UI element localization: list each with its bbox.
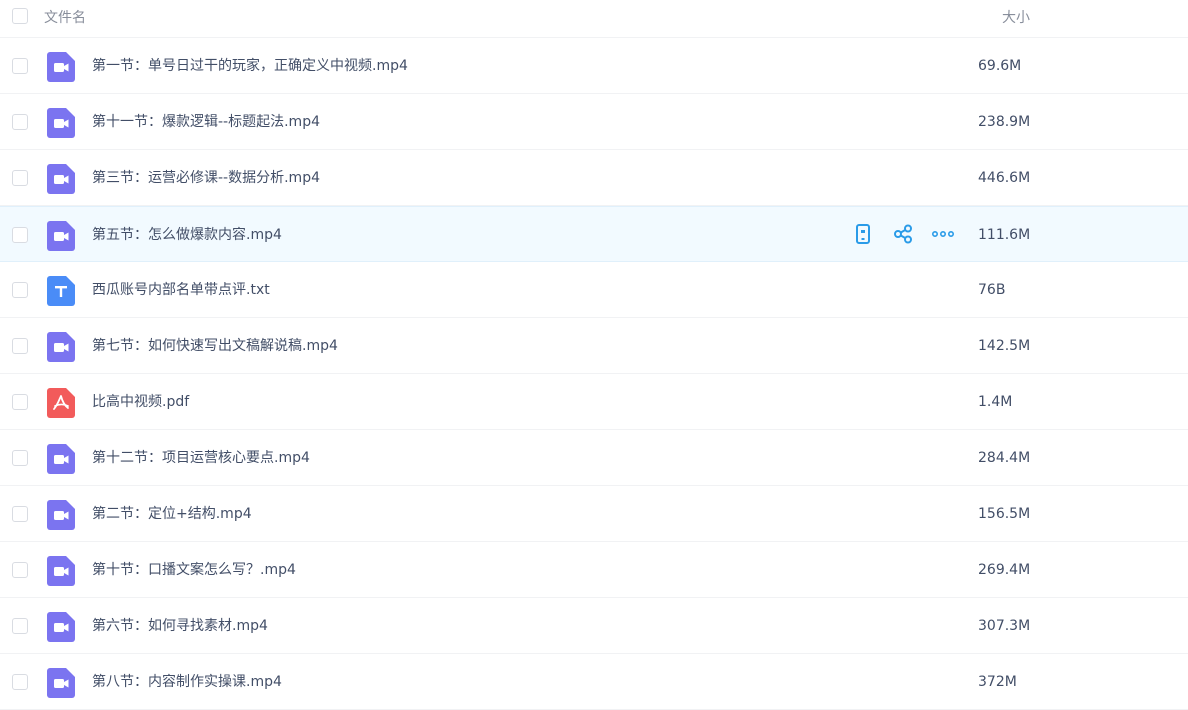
file-size: 142.5M xyxy=(978,338,1031,354)
file-row-checkbox[interactable] xyxy=(12,674,28,690)
file-size: 238.9M xyxy=(978,114,1031,130)
file-size: 156.5M xyxy=(978,506,1031,522)
file-size: 111.6M xyxy=(978,227,1031,243)
file-list: 第一节：单号日过干的玩家，正确定义中视频.mp4 69.6M 第十一节：爆款逻辑--… xyxy=(0,38,1188,710)
file-size: 446.6M xyxy=(978,170,1031,186)
file-name[interactable]: 比高中视频.pdf xyxy=(92,392,189,412)
file-row[interactable]: 西瓜账号内部名单带点评.txt 76B xyxy=(0,262,1188,318)
file-row-checkbox[interactable] xyxy=(12,506,28,522)
row-actions xyxy=(852,223,954,245)
file-name[interactable]: 第一节：单号日过干的玩家，正确定义中视频.mp4 xyxy=(92,56,408,76)
file-size: 1.4M xyxy=(978,394,1013,410)
file-row[interactable]: 第五节：怎么做爆款内容.mp4 111.6M xyxy=(0,206,1188,262)
file-row-checkbox[interactable] xyxy=(12,114,28,130)
file-size: 372M xyxy=(978,674,1017,690)
file-row-checkbox[interactable] xyxy=(12,338,28,354)
file-row-checkbox[interactable] xyxy=(12,170,28,186)
file-name[interactable]: 西瓜账号内部名单带点评.txt xyxy=(92,280,270,300)
file-row[interactable]: 第十节：口播文案怎么写？.mp4 269.4M xyxy=(0,542,1188,598)
file-size: 269.4M xyxy=(978,562,1031,578)
file-name[interactable]: 第十一节：爆款逻辑--标题起法.mp4 xyxy=(92,112,320,132)
file-row-checkbox[interactable] xyxy=(12,282,28,298)
video-file-icon xyxy=(47,108,75,138)
file-row-checkbox[interactable] xyxy=(12,450,28,466)
video-file-icon xyxy=(47,221,75,251)
file-name[interactable]: 第六节：如何寻找素材.mp4 xyxy=(92,616,268,636)
file-name[interactable]: 第八节：内容制作实操课.mp4 xyxy=(92,672,282,692)
column-header-size[interactable]: 大小 xyxy=(1002,7,1030,27)
file-name[interactable]: 第十节：口播文案怎么写？.mp4 xyxy=(92,560,296,580)
video-file-icon xyxy=(47,612,75,642)
file-row[interactable]: 第三节：运营必修课--数据分析.mp4 446.6M xyxy=(0,150,1188,206)
file-row[interactable]: 第十二节：项目运营核心要点.mp4 284.4M xyxy=(0,430,1188,486)
file-row[interactable]: 第一节：单号日过干的玩家，正确定义中视频.mp4 69.6M xyxy=(0,38,1188,94)
file-row-checkbox[interactable] xyxy=(12,618,28,634)
select-all-checkbox[interactable] xyxy=(12,8,28,24)
video-file-icon xyxy=(47,332,75,362)
file-row[interactable]: 比高中视频.pdf 1.4M xyxy=(0,374,1188,430)
file-row[interactable]: 第八节：内容制作实操课.mp4 372M xyxy=(0,654,1188,710)
file-name[interactable]: 第七节：如何快速写出文稿解说稿.mp4 xyxy=(92,336,338,356)
file-name[interactable]: 第三节：运营必修课--数据分析.mp4 xyxy=(92,168,320,188)
file-row[interactable]: 第六节：如何寻找素材.mp4 307.3M xyxy=(0,598,1188,654)
file-name[interactable]: 第二节：定位+结构.mp4 xyxy=(92,504,252,524)
file-size: 284.4M xyxy=(978,450,1031,466)
file-row-checkbox[interactable] xyxy=(12,562,28,578)
file-row[interactable]: 第二节：定位+结构.mp4 156.5M xyxy=(0,486,1188,542)
file-size: 69.6M xyxy=(978,58,1022,74)
file-size: 76B xyxy=(978,282,1006,298)
video-file-icon xyxy=(47,444,75,474)
video-file-icon xyxy=(47,164,75,194)
share-icon[interactable] xyxy=(892,223,914,245)
video-file-icon xyxy=(47,668,75,698)
file-row[interactable]: 第十一节：爆款逻辑--标题起法.mp4 238.9M xyxy=(0,94,1188,150)
file-row-checkbox[interactable] xyxy=(12,58,28,74)
file-size: 307.3M xyxy=(978,618,1031,634)
video-file-icon xyxy=(47,500,75,530)
file-list-header: 文件名 大小 xyxy=(0,0,1188,38)
pdf-file-icon xyxy=(47,388,75,418)
file-row-checkbox[interactable] xyxy=(12,227,28,243)
video-file-icon xyxy=(47,52,75,82)
text-file-icon xyxy=(47,276,75,306)
file-row-checkbox[interactable] xyxy=(12,394,28,410)
phone-icon[interactable] xyxy=(852,223,874,245)
file-name[interactable]: 第五节：怎么做爆款内容.mp4 xyxy=(92,225,282,245)
video-file-icon xyxy=(47,556,75,586)
column-header-name[interactable]: 文件名 xyxy=(44,7,86,27)
more-icon[interactable] xyxy=(932,223,954,245)
file-row[interactable]: 第七节：如何快速写出文稿解说稿.mp4 142.5M xyxy=(0,318,1188,374)
file-name[interactable]: 第十二节：项目运营核心要点.mp4 xyxy=(92,448,310,468)
